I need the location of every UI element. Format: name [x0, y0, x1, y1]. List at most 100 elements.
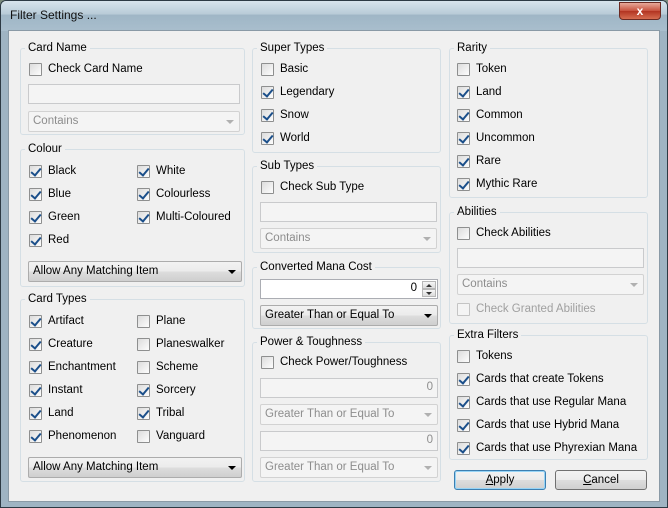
- card-types-match-select[interactable]: Allow Any Matching Item: [28, 457, 242, 478]
- checkbox-tokens[interactable]: Tokens: [457, 348, 512, 364]
- checkbox-basic[interactable]: Basic: [261, 61, 308, 77]
- checkbox-red[interactable]: Red: [29, 232, 69, 248]
- title-bar[interactable]: Filter Settings ... x: [1, 1, 667, 31]
- checkbox-box[interactable]: [29, 187, 42, 201]
- abilities-input[interactable]: [457, 248, 644, 268]
- spin-up-icon[interactable]: [422, 281, 436, 289]
- checkbox-white[interactable]: White: [137, 163, 185, 179]
- check-granted-abilities-checkbox[interactable]: Check Granted Abilities: [457, 301, 596, 317]
- spin-down-icon[interactable]: [422, 289, 436, 297]
- checkbox-planeswalker[interactable]: Planeswalker: [137, 336, 224, 352]
- checkbox-box[interactable]: [137, 429, 150, 443]
- checkbox-box[interactable]: [29, 429, 42, 443]
- checkbox-box[interactable]: [261, 62, 274, 76]
- card-types-group: Card Types Allow Any Matching Item Artif…: [20, 292, 245, 482]
- checkbox-common[interactable]: Common: [457, 107, 523, 123]
- checkbox-box[interactable]: [457, 131, 470, 145]
- checkbox-phenomenon[interactable]: Phenomenon: [29, 428, 116, 444]
- checkbox-colourless[interactable]: Colourless: [137, 186, 210, 202]
- check-power-toughness-checkbox[interactable]: Check Power/Toughness: [261, 354, 407, 370]
- checkbox-enchantment[interactable]: Enchantment: [29, 359, 116, 375]
- checkbox-rare[interactable]: Rare: [457, 153, 501, 169]
- checkbox-box[interactable]: [29, 383, 42, 397]
- apply-button[interactable]: Apply: [454, 470, 546, 490]
- checkbox-box[interactable]: [29, 337, 42, 351]
- checkbox-box[interactable]: [137, 210, 150, 224]
- checkbox-box[interactable]: [261, 180, 274, 194]
- card-name-match-select[interactable]: Contains: [28, 111, 240, 132]
- checkbox-uncommon[interactable]: Uncommon: [457, 130, 535, 146]
- checkbox-box[interactable]: [137, 187, 150, 201]
- power-comparison-select[interactable]: Greater Than or Equal To: [260, 404, 438, 425]
- colour-match-select[interactable]: Allow Any Matching Item: [28, 261, 242, 282]
- checkbox-token[interactable]: Token: [457, 61, 507, 77]
- checkbox-box[interactable]: [457, 62, 470, 76]
- checkbox-box[interactable]: [261, 131, 274, 145]
- checkbox-sorcery[interactable]: Sorcery: [137, 382, 196, 398]
- checkbox-box[interactable]: [29, 314, 42, 328]
- check-sub-type-checkbox[interactable]: Check Sub Type: [261, 179, 364, 195]
- checkbox-box[interactable]: [29, 360, 42, 374]
- checkbox-box[interactable]: [137, 383, 150, 397]
- checkbox-box[interactable]: [29, 406, 42, 420]
- checkbox-instant[interactable]: Instant: [29, 382, 83, 398]
- checkbox-box[interactable]: [261, 355, 274, 369]
- card-name-input[interactable]: [28, 84, 240, 104]
- checkbox-tribal[interactable]: Tribal: [137, 405, 184, 421]
- checkbox-box[interactable]: [137, 164, 150, 178]
- checkbox-mythic-rare[interactable]: Mythic Rare: [457, 176, 537, 192]
- checkbox-box[interactable]: [137, 314, 150, 328]
- toughness-comparison-select[interactable]: Greater Than or Equal To: [260, 457, 438, 478]
- checkbox-box[interactable]: [457, 302, 470, 316]
- checkbox-box[interactable]: [457, 441, 470, 455]
- checkbox-box[interactable]: [457, 108, 470, 122]
- checkbox-snow[interactable]: Snow: [261, 107, 309, 123]
- checkbox-box[interactable]: [457, 154, 470, 168]
- checkbox-cards-that-create-tokens[interactable]: Cards that create Tokens: [457, 371, 604, 387]
- checkbox-cards-that-use-regular-mana[interactable]: Cards that use Regular Mana: [457, 394, 626, 410]
- checkbox-artifact[interactable]: Artifact: [29, 313, 84, 329]
- checkbox-box[interactable]: [29, 62, 42, 76]
- close-button[interactable]: x: [619, 2, 661, 20]
- mana-cost-comparison-select[interactable]: Greater Than or Equal To: [260, 305, 438, 326]
- checkbox-creature[interactable]: Creature: [29, 336, 93, 352]
- checkbox-box[interactable]: [29, 210, 42, 224]
- checkbox-cards-that-use-hybrid-mana[interactable]: Cards that use Hybrid Mana: [457, 417, 619, 433]
- checkbox-world[interactable]: World: [261, 130, 310, 146]
- checkbox-box[interactable]: [457, 85, 470, 99]
- checkbox-land[interactable]: Land: [457, 84, 502, 100]
- checkbox-multi-coloured[interactable]: Multi-Coloured: [137, 209, 231, 225]
- checkbox-green[interactable]: Green: [29, 209, 80, 225]
- power-stepper[interactable]: 0: [260, 378, 438, 398]
- checkbox-box[interactable]: [261, 85, 274, 99]
- checkbox-box[interactable]: [261, 108, 274, 122]
- checkbox-plane[interactable]: Plane: [137, 313, 185, 329]
- checkbox-vanguard[interactable]: Vanguard: [137, 428, 205, 444]
- checkbox-box[interactable]: [457, 349, 470, 363]
- checkbox-box[interactable]: [457, 395, 470, 409]
- checkbox-black[interactable]: Black: [29, 163, 76, 179]
- checkbox-box[interactable]: [137, 337, 150, 351]
- checkbox-label: Cards that use Hybrid Mana: [476, 419, 620, 431]
- checkbox-box[interactable]: [457, 177, 470, 191]
- checkbox-box[interactable]: [29, 233, 42, 247]
- check-abilities-checkbox[interactable]: Check Abilities: [457, 225, 551, 241]
- checkbox-cards-that-use-phyrexian-mana[interactable]: Cards that use Phyrexian Mana: [457, 440, 637, 456]
- cancel-button[interactable]: Cancel: [555, 470, 647, 490]
- abilities-match-select[interactable]: Contains: [457, 274, 644, 295]
- sub-type-match-select[interactable]: Contains: [260, 228, 437, 249]
- mana-cost-stepper[interactable]: 0: [260, 279, 438, 299]
- sub-type-input[interactable]: [260, 202, 437, 222]
- checkbox-scheme[interactable]: Scheme: [137, 359, 198, 375]
- checkbox-legendary[interactable]: Legendary: [261, 84, 334, 100]
- checkbox-box[interactable]: [457, 372, 470, 386]
- checkbox-box[interactable]: [29, 164, 42, 178]
- checkbox-box[interactable]: [137, 360, 150, 374]
- checkbox-box[interactable]: [457, 418, 470, 432]
- checkbox-blue[interactable]: Blue: [29, 186, 71, 202]
- checkbox-box[interactable]: [457, 226, 470, 240]
- checkbox-box[interactable]: [137, 406, 150, 420]
- toughness-stepper[interactable]: 0: [260, 431, 438, 451]
- checkbox-land[interactable]: Land: [29, 405, 74, 421]
- check-card-name-checkbox[interactable]: Check Card Name: [29, 61, 143, 77]
